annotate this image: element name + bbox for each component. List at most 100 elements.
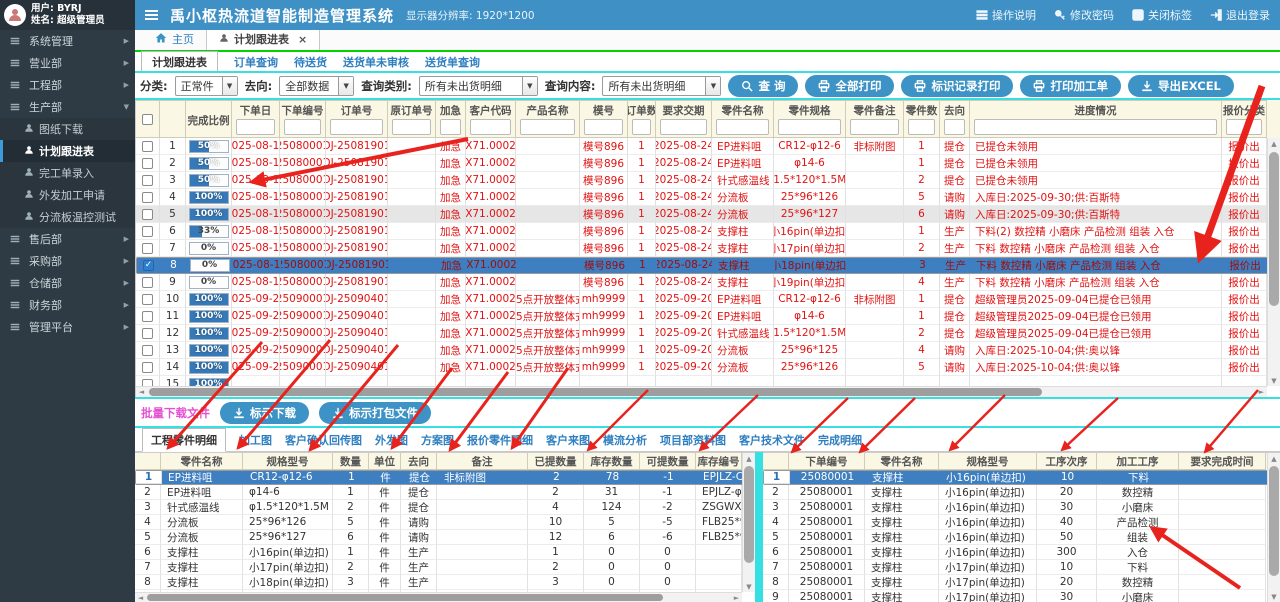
detail-tab-0[interactable]: 工程零件明细 xyxy=(142,428,226,452)
scroll-right-icon[interactable]: ► xyxy=(731,593,742,602)
row-checkbox[interactable] xyxy=(142,277,153,288)
sidebar-item-0[interactable]: 系统管理▶ xyxy=(0,30,135,52)
row-checkbox[interactable] xyxy=(142,328,153,339)
detail-tab-7[interactable]: 模流分析 xyxy=(603,432,647,448)
detail-tab-10[interactable]: 完成明细 xyxy=(818,432,862,448)
main-hscroll-thumb[interactable] xyxy=(149,388,1042,396)
sidebar-item-1[interactable]: 营业部▶ xyxy=(0,52,135,74)
detail-tab-3[interactable]: 外发图 xyxy=(375,432,408,448)
scroll-down-icon[interactable]: ▼ xyxy=(1268,375,1280,386)
column-filter-input[interactable] xyxy=(284,119,321,135)
menu-toggle-icon[interactable] xyxy=(145,10,158,20)
row-checkbox[interactable] xyxy=(142,192,153,203)
close-tabs-menu-item[interactable]: 关闭标签 xyxy=(1132,7,1192,23)
change-password-menu-item[interactable]: 修改密码 xyxy=(1054,7,1114,23)
row-checkbox[interactable] xyxy=(142,158,153,169)
sidebar-subitem-2[interactable]: 完工单录入 xyxy=(0,162,135,184)
parts-row-2[interactable]: 2EP进料咀φ14-61件提仓231-1EPJLZ-φ xyxy=(135,485,755,500)
sidebar-item-5[interactable]: 采购部▶ xyxy=(0,250,135,272)
detail-tab-4[interactable]: 方案图 xyxy=(421,432,454,448)
search-button[interactable]: 查 询 xyxy=(728,75,798,97)
sidebar-item-2[interactable]: 工程部▶ xyxy=(0,74,135,96)
row-checkbox[interactable] xyxy=(142,141,153,152)
column-filter-input[interactable] xyxy=(584,119,623,135)
process-row-1[interactable]: 125080001支撑柱小16pin(单边扣)10下料 xyxy=(763,470,1280,485)
filter-select-2[interactable]: 所有未出货明细▼ xyxy=(419,76,538,96)
parts-horizontal-scrollbar[interactable]: ◄ ► xyxy=(135,592,742,602)
plan-row-8[interactable]: ✓80%2025-08-1925080001DJ-25081901加急X71.0… xyxy=(136,257,1280,274)
parts-row-1[interactable]: 1EP进料咀CR12-φ12-61件提仓非标附图278-1EPJLZ-CR xyxy=(135,470,755,485)
parts-row-3[interactable]: 3针式感温线φ1.5*120*1.5M2件提仓4124-2ZSGWX-φ xyxy=(135,500,755,515)
filter-select-3[interactable]: 所有未出货明细▼ xyxy=(602,76,721,96)
filter-select-0[interactable]: 正常件▼ xyxy=(175,76,238,96)
parts-vertical-scrollbar[interactable]: ▲ ▼ xyxy=(742,453,755,592)
column-filter-input[interactable] xyxy=(520,119,575,135)
column-filter-input[interactable] xyxy=(974,119,1217,135)
parts-vscroll-thumb[interactable] xyxy=(744,466,754,563)
plan-row-7[interactable]: 70%2025-08-1925080001DJ-25081901加急X71.00… xyxy=(136,240,1280,257)
plan-row-11[interactable]: 11100%2025-09-2925090001DJ-25090401加急X71… xyxy=(136,308,1280,325)
mark-download-button[interactable]: 标示下载 xyxy=(220,402,309,424)
print-tag-record-button[interactable]: 标识记录打印 xyxy=(901,75,1013,97)
row-checkbox[interactable] xyxy=(142,243,153,254)
plan-row-13[interactable]: 13100%2025-09-2925090001DJ-25090401加急X71… xyxy=(136,342,1280,359)
detail-tab-9[interactable]: 客户技术文件 xyxy=(739,432,805,448)
process-row-7[interactable]: 725080001支撑柱小17pin(单边扣)10下料 xyxy=(763,560,1280,575)
tab-0[interactable]: 主页 xyxy=(143,28,206,50)
sidebar-subitem-0[interactable]: 图纸下载 xyxy=(0,118,135,140)
detail-tab-5[interactable]: 报价零件明细 xyxy=(467,432,533,448)
help-menu-item[interactable]: 操作说明 xyxy=(976,7,1036,23)
column-filter-input[interactable] xyxy=(236,119,275,135)
subtab-2[interactable]: 待送货 xyxy=(294,54,327,70)
plan-row-10[interactable]: 10100%2025-09-2925090001DJ-25090401加急X71… xyxy=(136,291,1280,308)
row-checkbox[interactable]: ✓ xyxy=(143,260,154,271)
subtab-4[interactable]: 送货单查询 xyxy=(425,54,480,70)
process-vscroll-thumb[interactable] xyxy=(1269,466,1279,576)
sidebar-subitem-1[interactable]: 计划跟进表 xyxy=(0,140,135,162)
plan-row-9[interactable]: 90%2025-08-1925080001DJ-25081901加急X71.00… xyxy=(136,274,1280,291)
plan-row-6[interactable]: 633%2025-08-1925080001DJ-25081901加急X71.0… xyxy=(136,223,1280,240)
column-filter-input[interactable] xyxy=(778,119,841,135)
detail-tab-6[interactable]: 客户来图 xyxy=(546,432,590,448)
row-checkbox[interactable] xyxy=(142,379,153,387)
column-filter-input[interactable] xyxy=(330,119,383,135)
plan-row-14[interactable]: 14100%2025-09-2925090001DJ-25090401加急X71… xyxy=(136,359,1280,376)
sidebar-subitem-4[interactable]: 分流板温控测试 xyxy=(0,206,135,228)
plan-row-partial[interactable]: 15100% xyxy=(136,376,1280,386)
scroll-left-icon[interactable]: ◄ xyxy=(135,593,146,602)
scroll-down-icon[interactable]: ▼ xyxy=(743,581,755,592)
main-vscroll-thumb[interactable] xyxy=(1269,152,1279,306)
process-row-3[interactable]: 325080001支撑柱小16pin(单边扣)30小磨床 xyxy=(763,500,1280,515)
logout-menu-item[interactable]: 退出登录 xyxy=(1210,7,1270,23)
parts-hscroll-thumb[interactable] xyxy=(147,594,663,601)
row-checkbox[interactable] xyxy=(142,294,153,305)
column-filter-input[interactable] xyxy=(440,119,461,135)
sidebar-item-6[interactable]: 仓储部▶ xyxy=(0,272,135,294)
column-filter-input[interactable] xyxy=(850,119,899,135)
scroll-up-icon[interactable]: ▲ xyxy=(1268,138,1280,149)
main-vertical-scrollbar[interactable]: ▲ ▼ xyxy=(1267,138,1280,386)
column-filter-input[interactable] xyxy=(716,119,769,135)
scroll-down-icon[interactable]: ▼ xyxy=(1268,591,1280,602)
row-checkbox[interactable] xyxy=(142,345,153,356)
column-filter-input[interactable] xyxy=(470,119,511,135)
parts-row-5[interactable]: 5分流板25*96*1276件请购126-6FLB25*96 xyxy=(135,530,755,545)
tab-1[interactable]: 计划跟进表× xyxy=(206,27,320,50)
scroll-right-icon[interactable]: ► xyxy=(1256,387,1267,397)
plan-row-1[interactable]: 150%2025-08-1925080001DJ-25081901加急X71.0… xyxy=(136,138,1280,155)
detail-tab-8[interactable]: 项目部资料图 xyxy=(660,432,726,448)
process-row-5[interactable]: 525080001支撑柱小16pin(单边扣)50组装 xyxy=(763,530,1280,545)
select-all-checkbox[interactable] xyxy=(142,114,153,125)
process-row-8[interactable]: 825080001支撑柱小17pin(单边扣)20数控精 xyxy=(763,575,1280,590)
column-filter-input[interactable] xyxy=(908,119,935,135)
column-filter-input[interactable] xyxy=(632,119,651,135)
row-checkbox[interactable] xyxy=(142,175,153,186)
print-work-order-button[interactable]: 打印加工单 xyxy=(1020,75,1121,97)
subtab-1[interactable]: 订单查询 xyxy=(234,54,278,70)
scroll-up-icon[interactable]: ▲ xyxy=(743,453,755,464)
row-checkbox[interactable] xyxy=(142,209,153,220)
column-filter-input[interactable] xyxy=(944,119,965,135)
subtab-0[interactable]: 计划跟进表 xyxy=(141,51,218,73)
process-row-9[interactable]: 925080001支撑柱小17pin(单边扣)30小磨床 xyxy=(763,590,1280,602)
plan-row-3[interactable]: 350%2025-08-1925080001DJ-25081901加急X71.0… xyxy=(136,172,1280,189)
